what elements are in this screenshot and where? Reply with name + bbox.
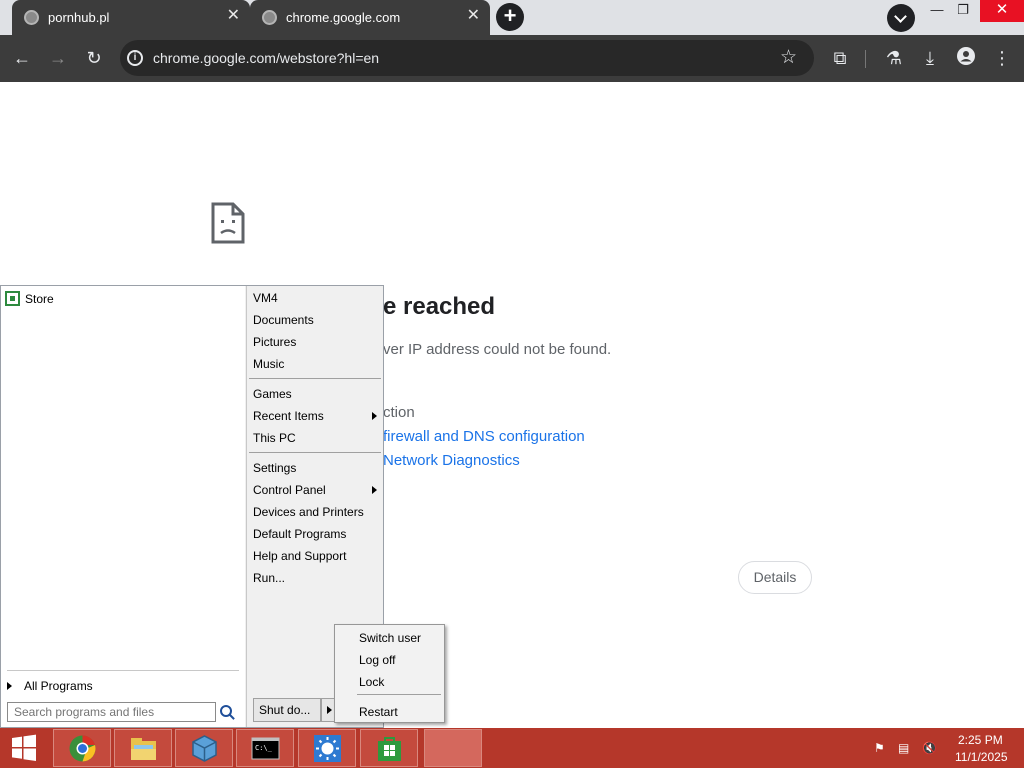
volume-muted-icon[interactable]: 🔇 [922,741,938,755]
submenu-arrow-icon [372,486,377,494]
divider [249,452,381,453]
weather-icon [314,735,341,762]
menu-item-vm4[interactable]: VM4 [253,291,278,305]
tab-title: pornhub.pl [48,10,110,25]
globe-icon [262,10,277,25]
close-tab-button[interactable]: ✕ [467,8,480,24]
taskbar-virtualbox[interactable] [175,729,233,767]
search-icon[interactable] [220,705,232,717]
tab-pornhub[interactable]: pornhub.pl ✕ [12,0,250,35]
menu-item-games[interactable]: Games [253,387,292,401]
toolbar-divider [865,50,866,68]
submenu-arrow-icon [372,412,377,420]
action-center-flag-icon[interactable]: ⚑ [874,741,888,755]
labs-flask-icon[interactable]: ⚗ [882,47,906,71]
menu-item-devices-printers[interactable]: Devices and Printers [253,505,364,519]
tab-search-button[interactable] [887,4,915,32]
menu-item-run[interactable]: Run... [253,571,285,585]
menu-item-help-support[interactable]: Help and Support [253,549,346,563]
profile-avatar-icon [957,47,975,65]
svg-text:C:\_: C:\_ [255,744,273,752]
divider [7,670,239,671]
tab-strip: pornhub.pl ✕ chrome.google.com ✕ + — ❐ ✕ [0,0,1024,35]
all-programs-item[interactable]: All Programs [7,679,93,693]
taskbar-empty-slot[interactable] [424,729,482,767]
shutdown-options-menu: Switch user Log off Lock Restart [334,624,445,723]
triangle-right-icon [7,682,12,690]
network-icon[interactable]: ▤ [898,741,914,755]
network-diagnostics-link[interactable]: Network Diagnostics [383,452,520,469]
menu-item-documents[interactable]: Documents [253,313,314,327]
menu-item-label: Control Panel [253,483,326,497]
firewall-dns-link[interactable]: firewall and DNS configuration [383,428,585,445]
reload-button[interactable]: ↻ [82,47,106,71]
menu-item-recent-items[interactable]: Recent Items [253,409,378,423]
start-button[interactable] [0,728,48,768]
globe-icon [24,10,39,25]
restore-button[interactable]: ❐ [948,2,978,24]
switch-user-item[interactable]: Switch user [359,631,421,645]
profile-icon[interactable] [954,47,978,71]
new-tab-button[interactable]: + [496,3,524,31]
bookmark-star-icon[interactable]: ☆ [780,46,797,69]
store-icon [5,291,20,306]
more-menu-icon[interactable]: ⋮ [990,47,1014,71]
info-icon[interactable]: i [127,50,143,66]
command-prompt-icon: C:\_ [251,737,280,760]
address-bar[interactable]: i chrome.google.com/webstore?hl=en ☆ [120,40,814,76]
back-button[interactable]: ← [10,47,34,71]
download-icon[interactable]: ⤓ [918,47,942,71]
tab-title: chrome.google.com [286,10,401,25]
triangle-right-icon [327,706,332,714]
windows-logo-icon [12,734,36,761]
menu-item-pictures[interactable]: Pictures [253,335,296,349]
shut-down-button[interactable]: Shut do... [253,698,321,722]
start-menu: Store All Programs VM4 Documents Picture… [0,285,384,728]
all-programs-label: All Programs [24,679,93,693]
browser-toolbar: ← → ↻ i chrome.google.com/webstore?hl=en… [0,35,1024,82]
taskbar-chrome[interactable] [53,729,111,767]
file-explorer-icon [131,738,156,760]
taskbar-weather[interactable] [298,729,356,767]
url-text[interactable]: chrome.google.com/webstore?hl=en [153,50,379,66]
error-subtitle: ver IP address could not be found. [383,341,612,358]
store-icon [378,737,401,761]
menu-item-music[interactable]: Music [253,357,284,371]
menu-item-control-panel[interactable]: Control Panel [253,483,378,497]
close-tab-button[interactable]: ✕ [227,8,240,24]
chevron-down-icon [894,10,907,23]
pinned-item-label: Store [25,292,54,306]
details-button[interactable]: Details [738,561,812,594]
close-window-button[interactable]: ✕ [980,0,1024,22]
extensions-icon[interactable]: ⧉ [828,47,852,71]
taskbar-command-prompt[interactable]: C:\_ [236,729,294,767]
error-try-label: ction [383,404,415,421]
error-title: e reached [383,293,496,320]
start-menu-programs-pane: Store All Programs [1,286,245,727]
lock-item[interactable]: Lock [359,675,384,689]
taskbar: C:\_ ⚑ ▤ 🔇 2:25 PM 11/1/2025 [0,728,1024,768]
log-off-item[interactable]: Log off [359,653,395,667]
search-programs-input[interactable] [7,702,216,722]
forward-button[interactable]: → [46,47,70,71]
taskbar-file-explorer[interactable] [114,729,172,767]
menu-item-settings[interactable]: Settings [253,461,296,475]
divider [249,378,381,379]
menu-item-label: Recent Items [253,409,324,423]
virtualbox-icon [192,735,217,762]
chrome-icon [69,735,96,762]
taskbar-store[interactable] [360,729,418,767]
menu-item-default-programs[interactable]: Default Programs [253,527,346,541]
divider [357,694,441,695]
tab-chrome-google[interactable]: chrome.google.com ✕ [250,0,490,35]
sad-document-icon [211,202,245,244]
restart-item[interactable]: Restart [359,705,398,719]
clock-date[interactable]: 11/1/2025 [955,750,1008,764]
clock-time[interactable]: 2:25 PM [958,733,1003,747]
menu-item-this-pc[interactable]: This PC [253,431,296,445]
